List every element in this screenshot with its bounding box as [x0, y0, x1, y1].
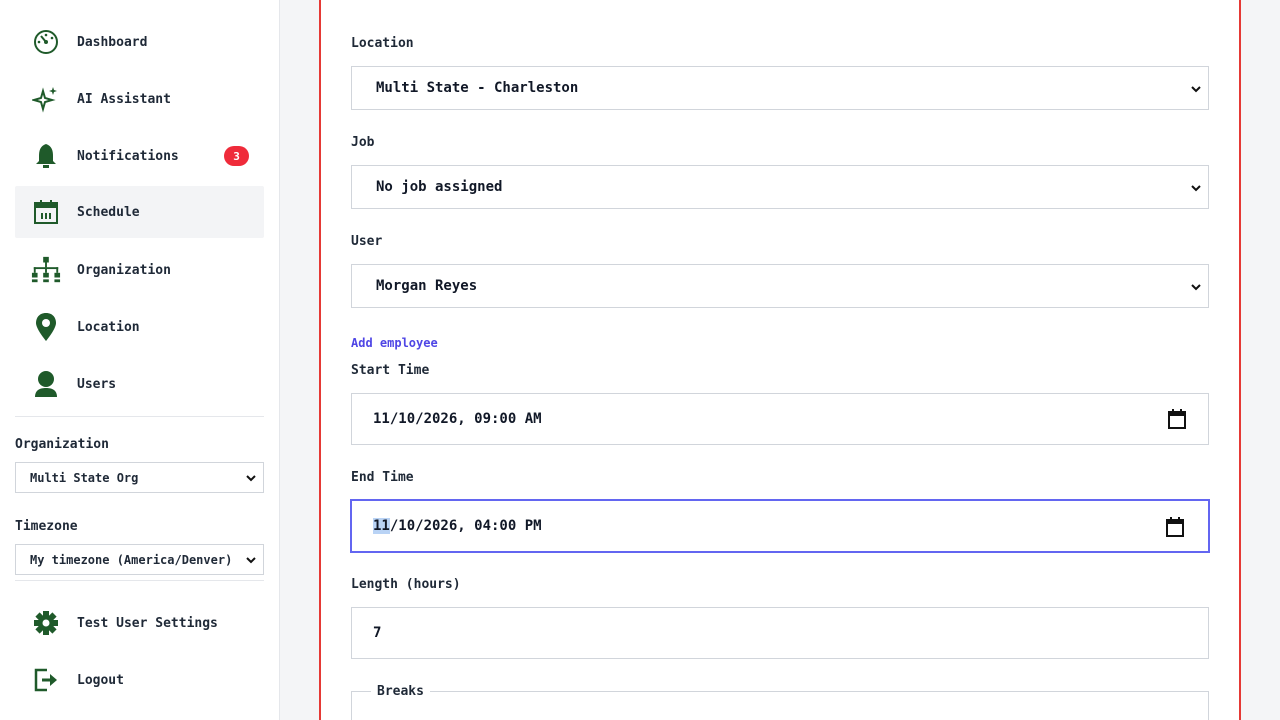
chevron-down-icon — [1190, 182, 1202, 198]
org-chart-icon — [31, 255, 61, 285]
sparkle-icon — [31, 84, 61, 114]
start-time-input[interactable]: 11/10/2026, 09:00 AM — [351, 393, 1209, 445]
sidebar-item-label: Test User Settings — [77, 615, 218, 631]
dashboard-icon — [31, 27, 61, 57]
sidebar-item-users[interactable]: Users — [15, 358, 264, 410]
bell-icon — [31, 141, 61, 171]
job-label: Job — [351, 135, 375, 150]
chevron-down-icon — [245, 554, 257, 569]
sidebar: Dashboard AI Assistant Notifications 3 S… — [0, 0, 280, 720]
user-label: User — [351, 234, 383, 249]
user-icon — [31, 369, 61, 399]
sidebar-item-label: Dashboard — [77, 34, 148, 50]
location-label: Location — [351, 36, 414, 51]
chevron-down-icon — [1190, 83, 1202, 99]
user-select[interactable]: Morgan Reyes — [351, 264, 1209, 308]
sidebar-item-schedule[interactable]: Schedule — [15, 186, 264, 238]
sidebar-divider — [15, 416, 264, 417]
location-select[interactable]: Multi State - Charleston — [351, 66, 1209, 110]
breaks-legend: Breaks — [371, 684, 430, 699]
location-select-value: Multi State - Charleston — [376, 80, 579, 96]
calendar-picker-icon[interactable] — [1166, 517, 1184, 541]
organization-label: Organization — [15, 437, 109, 452]
sidebar-item-label: Location — [77, 319, 140, 335]
map-pin-icon — [31, 312, 61, 342]
sidebar-item-location[interactable]: Location — [15, 301, 264, 353]
add-employee-link[interactable]: Add employee — [351, 336, 438, 350]
notification-count-badge: 3 — [224, 146, 249, 166]
sidebar-item-organization[interactable]: Organization — [15, 244, 264, 296]
timezone-select[interactable]: My timezone (America/Denver) — [15, 544, 264, 575]
sidebar-item-notifications[interactable]: Notifications 3 — [15, 130, 264, 182]
sidebar-item-label: Logout — [77, 672, 124, 688]
end-time-month-segment[interactable]: 11 — [373, 518, 390, 534]
start-time-label: Start Time — [351, 363, 430, 378]
job-select-value: No job assigned — [376, 179, 503, 195]
organization-select[interactable]: Multi State Org — [15, 462, 264, 493]
calendar-icon — [31, 197, 61, 227]
timezone-select-value: My timezone (America/Denver) — [30, 552, 233, 567]
length-hours-value: 7 — [373, 625, 382, 641]
length-hours-input[interactable]: 7 — [351, 607, 1209, 659]
breaks-fieldset — [351, 691, 1209, 720]
start-time-value: 11/10/2026, 09:00 AM — [373, 411, 542, 427]
user-select-value: Morgan Reyes — [376, 278, 478, 294]
sidebar-item-dashboard[interactable]: Dashboard — [15, 16, 264, 68]
length-label: Length (hours) — [351, 577, 461, 592]
sidebar-item-label: Schedule — [77, 204, 140, 220]
sidebar-item-label: Users — [77, 376, 117, 392]
sidebar-item-settings[interactable]: Test User Settings — [15, 597, 264, 649]
organization-select-value: Multi State Org — [30, 470, 139, 485]
sidebar-item-label: Notifications — [77, 148, 179, 164]
gear-icon — [31, 608, 61, 638]
chevron-down-icon — [1190, 281, 1202, 297]
sidebar-item-label: Organization — [77, 262, 171, 278]
sidebar-item-ai-assistant[interactable]: AI Assistant — [15, 73, 264, 125]
sidebar-item-logout[interactable]: Logout — [15, 654, 264, 706]
chevron-down-icon — [245, 472, 257, 487]
job-select[interactable]: No job assigned — [351, 165, 1209, 209]
sidebar-divider — [15, 580, 264, 581]
end-time-value: /10/2026, 04:00 PM — [389, 518, 542, 534]
logout-icon — [31, 665, 61, 695]
end-time-label: End Time — [351, 470, 414, 485]
timezone-label: Timezone — [15, 519, 78, 534]
calendar-picker-icon[interactable] — [1168, 409, 1186, 433]
sidebar-item-label: AI Assistant — [77, 91, 171, 107]
end-time-input[interactable]: 11/10/2026, 04:00 PM — [350, 499, 1210, 553]
